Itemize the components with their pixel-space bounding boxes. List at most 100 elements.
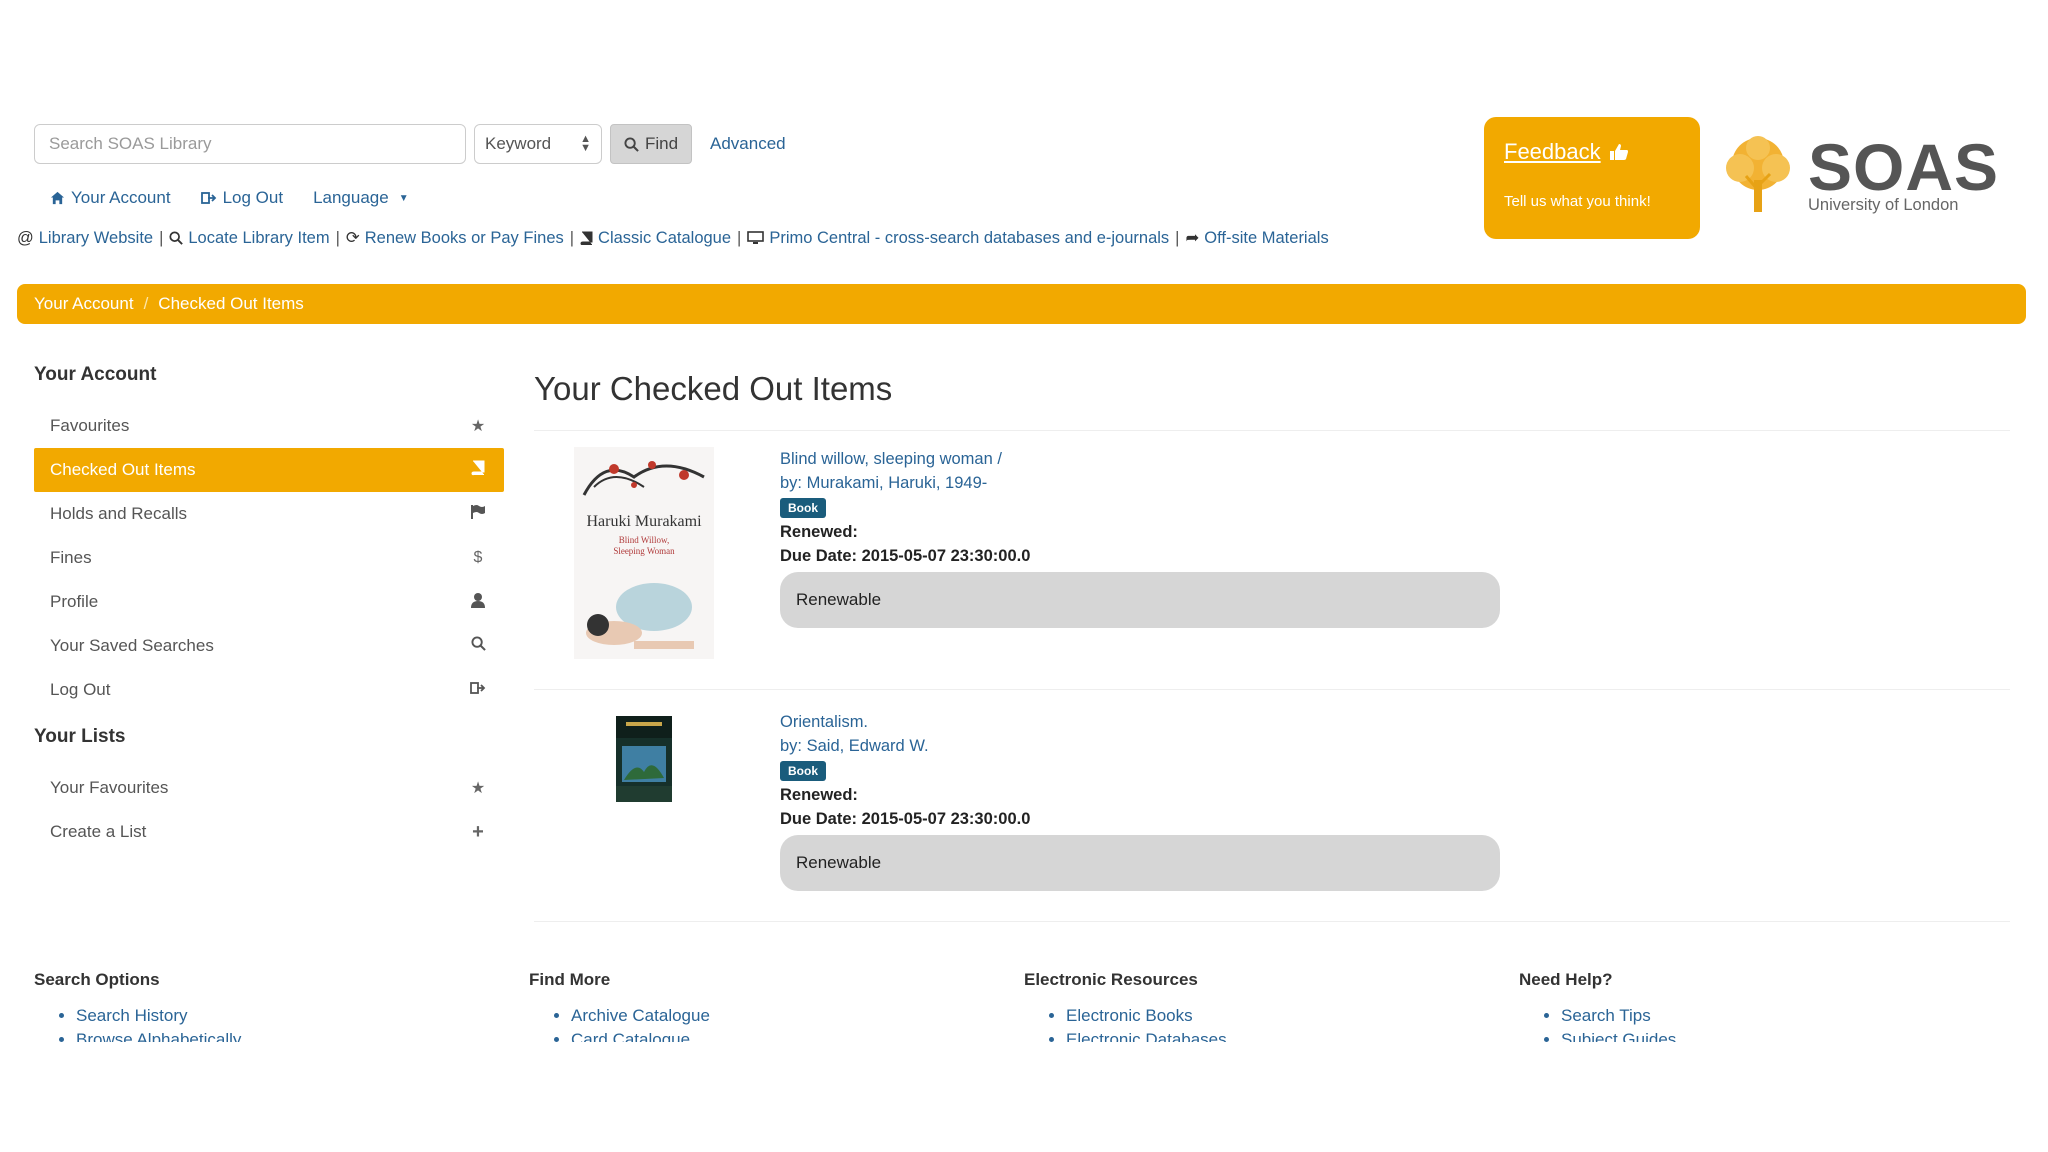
sidebar-item-label: Holds and Recalls <box>50 504 188 523</box>
footer-link[interactable]: Subject Guides <box>1561 1030 1676 1042</box>
sidebar-item-label: Your Favourites <box>50 778 169 797</box>
feedback-link[interactable]: Feedback <box>1504 139 1629 165</box>
breadcrumb-your-account[interactable]: Your Account <box>34 294 134 314</box>
find-button[interactable]: Find <box>610 124 692 164</box>
sidebar-item-label: Your Saved Searches <box>50 636 214 655</box>
soas-logo[interactable]: SOAS University of London <box>1718 134 1999 216</box>
classic-catalogue-label: Classic Catalogue <box>598 228 732 247</box>
separator: | <box>737 228 742 247</box>
search-input[interactable] <box>34 124 466 164</box>
book-cover-image[interactable]: Haruki Murakami Blind Willow, Sleeping W… <box>574 447 714 659</box>
footer-heading: Electronic Resources <box>1024 970 1198 989</box>
logout-label: Log Out <box>222 188 284 207</box>
item-details: Orientalism. by: Said, Edward W. Book Re… <box>780 710 1500 891</box>
sidebar-item-your-favourites[interactable]: Your Favourites ★ <box>34 766 504 810</box>
search-type-value: Keyword <box>485 134 552 153</box>
library-website-label: Library Website <box>38 228 154 247</box>
desktop-icon <box>747 231 765 244</box>
primo-central-link[interactable]: Primo Central - cross-search databases a… <box>747 229 1169 248</box>
due-date: Due Date: 2015-05-07 23:30:00.0 <box>780 810 1031 828</box>
item-title-link[interactable]: Blind willow, sleeping woman / <box>780 450 1002 468</box>
your-account-label: Your Account <box>71 188 171 207</box>
flag-icon <box>468 504 488 525</box>
footer-need-help: Need Help? Search Tips Subject Guides <box>1519 970 2014 1042</box>
renewed-label: Renewed: <box>780 786 858 804</box>
item-author-link[interactable]: by: Said, Edward W. <box>780 737 929 755</box>
sidebar-item-checked-out[interactable]: Checked Out Items <box>34 448 504 492</box>
breadcrumb-checked-out: Checked Out Items <box>158 294 304 313</box>
renewable-status-box: Renewable <box>780 572 1500 628</box>
sidebar-item-logout[interactable]: Log Out <box>34 668 504 712</box>
lists-menu: Your Favourites ★ Create a List + <box>34 766 504 854</box>
your-lists-heading: Your Lists <box>34 726 126 747</box>
search-icon <box>169 231 184 245</box>
item-title-link[interactable]: Orientalism. <box>780 713 868 731</box>
footer-link[interactable]: Electronic Databases <box>1066 1030 1227 1042</box>
checked-out-item: Orientalism. by: Said, Edward W. Book Re… <box>534 690 2010 922</box>
star-icon: ★ <box>470 418 486 435</box>
item-details: Blind willow, sleeping woman / by: Murak… <box>780 447 1500 659</box>
renewable-status-box: Renewable <box>780 835 1500 891</box>
sidebar-item-label: Fines <box>50 548 92 567</box>
plus-icon: + <box>472 820 484 843</box>
page-title: Your Checked Out Items <box>534 370 2010 431</box>
user-icon <box>468 592 488 613</box>
sidebar-item-fines[interactable]: Fines $ <box>34 536 504 580</box>
book-icon <box>580 231 593 245</box>
logo-subtitle: University of London <box>1808 195 1959 214</box>
renew-books-label: Renew Books or Pay Fines <box>364 228 564 247</box>
item-author-link[interactable]: by: Murakami, Haruki, 1949- <box>780 474 987 492</box>
footer-link[interactable]: Archive Catalogue <box>571 1006 710 1025</box>
sidebar-item-label: Favourites <box>50 416 130 435</box>
offsite-materials-link[interactable]: ➦ Off-site Materials <box>1185 228 1328 248</box>
breadcrumb-separator: / <box>143 294 149 313</box>
separator: | <box>569 228 575 247</box>
feedback-subtitle: Tell us what you think! <box>1504 193 1651 210</box>
search-icon <box>624 136 639 152</box>
sidebar-item-profile[interactable]: Profile <box>34 580 504 624</box>
footer-link[interactable]: Card Catalogue <box>571 1030 690 1042</box>
logout-link[interactable]: Log Out <box>200 188 284 208</box>
library-website-link[interactable]: @ Library Website <box>17 229 153 248</box>
footer-search-options: Search Options Search History Browse Alp… <box>34 970 529 1042</box>
book-cover-author: Haruki Murakami <box>586 513 702 530</box>
locate-item-label: Locate Library Item <box>188 228 330 247</box>
sign-out-icon <box>200 192 216 204</box>
book-cover-image[interactable] <box>616 716 672 802</box>
breadcrumb: Your Account / Checked Out Items <box>17 284 2026 324</box>
sidebar-item-label: Checked Out Items <box>50 460 196 479</box>
primo-central-label: Primo Central - cross-search databases a… <box>769 228 1170 247</box>
dollar-icon: $ <box>473 549 483 566</box>
renewable-status-label: Renewable <box>796 853 882 872</box>
sidebar-item-saved-searches[interactable]: Your Saved Searches <box>34 624 504 668</box>
sidebar-item-label: Create a List <box>50 822 147 841</box>
footer-link[interactable]: Browse Alphabetically <box>76 1030 241 1042</box>
sidebar-item-label: Log Out <box>50 680 111 699</box>
book-cover-subtitle: Blind Willow, Sleeping Woman <box>613 535 675 556</box>
advanced-search-link[interactable]: Advanced <box>710 134 786 154</box>
caret-down-icon: ▼ <box>398 192 409 204</box>
renew-books-link[interactable]: ⟳ Renew Books or Pay Fines <box>346 228 564 248</box>
renewable-status-label: Renewable <box>796 590 882 609</box>
select-arrows-icon: ▲ ▼ <box>580 133 591 154</box>
thumbs-up-icon <box>1609 144 1628 160</box>
classic-catalogue-link[interactable]: Classic Catalogue <box>580 229 731 248</box>
footer-electronic-resources: Electronic Resources Electronic Books El… <box>1024 970 1519 1042</box>
feedback-box[interactable]: Feedback Tell us what you think! <box>1484 117 1700 239</box>
footer-link[interactable]: Search History <box>76 1006 187 1025</box>
account-sidebar: Your Account Favourites ★ Checked Out It… <box>34 364 504 868</box>
locate-item-link[interactable]: Locate Library Item <box>169 228 330 248</box>
account-menu: Favourites ★ Checked Out Items Holds and… <box>34 404 504 712</box>
your-account-link[interactable]: Your Account <box>50 188 171 208</box>
separator: | <box>159 228 164 247</box>
footer-link[interactable]: Electronic Books <box>1066 1006 1193 1025</box>
search-type-select[interactable]: Keyword ▲ ▼ <box>474 124 602 164</box>
sidebar-item-favourites[interactable]: Favourites ★ <box>34 404 504 448</box>
sidebar-item-holds[interactable]: Holds and Recalls <box>34 492 504 536</box>
due-date: Due Date: 2015-05-07 23:30:00.0 <box>780 547 1031 565</box>
language-dropdown[interactable]: Language ▼ <box>313 188 409 208</box>
footer-link[interactable]: Search Tips <box>1561 1006 1651 1025</box>
separator: | <box>1175 228 1180 247</box>
find-button-label: Find <box>644 134 679 153</box>
sidebar-item-create-list[interactable]: Create a List + <box>34 810 504 854</box>
